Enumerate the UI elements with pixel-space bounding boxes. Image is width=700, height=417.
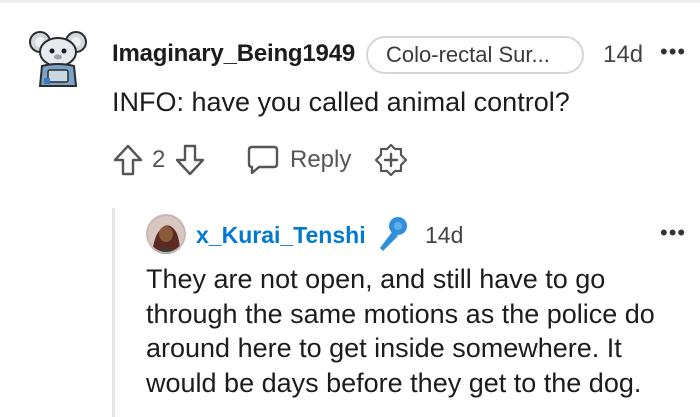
- username[interactable]: x_Kurai_Tenshi: [196, 222, 366, 249]
- downvote-arrow-icon[interactable]: [174, 143, 206, 177]
- upvote-arrow-icon[interactable]: [112, 143, 144, 177]
- snoo-avatar-icon[interactable]: [24, 22, 92, 90]
- timestamp: 14d: [425, 222, 464, 248]
- speech-bubble-icon: [247, 145, 279, 175]
- timestamp: 14d: [603, 41, 644, 68]
- comment-body: They are not open, and still have to go …: [146, 264, 655, 398]
- user-flair-badge: Colo-rectal Sur...: [366, 36, 584, 74]
- reply-button[interactable]: Reply: [246, 142, 351, 178]
- microphone-icon: [380, 217, 407, 251]
- vote-score: 2: [152, 146, 166, 173]
- thread-line[interactable]: [112, 208, 115, 417]
- more-options-button[interactable]: •••: [660, 39, 686, 65]
- award-plus-icon[interactable]: [374, 143, 408, 177]
- user-avatar-icon[interactable]: [146, 214, 186, 254]
- username[interactable]: Imaginary_Being1949: [112, 40, 355, 68]
- more-options-button[interactable]: •••: [660, 220, 686, 246]
- comment-body: INFO: have you called animal control?: [112, 87, 570, 117]
- top-divider: [0, 0, 700, 3]
- reply-label: Reply: [290, 146, 352, 173]
